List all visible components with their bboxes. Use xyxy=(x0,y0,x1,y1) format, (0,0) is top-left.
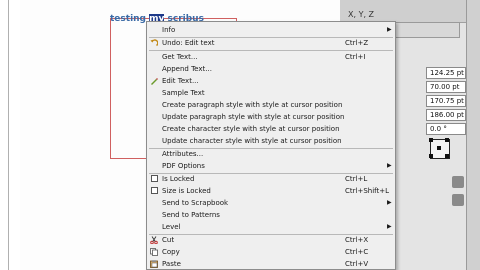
height-field[interactable]: 186.00 pt xyxy=(426,109,466,121)
menu-item-update-paragraph-style[interactable]: Update paragraph style with style at cur… xyxy=(147,111,395,123)
checkbox-icon[interactable] xyxy=(151,175,158,182)
x-position-field[interactable]: 124.25 pt xyxy=(426,67,466,79)
checkbox-icon[interactable] xyxy=(151,187,158,194)
menu-item-create-paragraph-style[interactable]: Create paragraph style with style at cur… xyxy=(147,99,395,111)
scissors-icon xyxy=(150,236,158,244)
panel-scrollbar[interactable] xyxy=(466,0,480,270)
anchor-point[interactable] xyxy=(445,138,449,142)
anchor-point[interactable] xyxy=(445,154,449,158)
menu-item-edit-text[interactable]: Edit Text... xyxy=(147,75,395,87)
anchor-point[interactable] xyxy=(437,146,441,150)
flip-button[interactable] xyxy=(452,194,464,206)
menu-item-cut[interactable]: Cut Ctrl+X xyxy=(147,234,395,246)
submenu-arrow-icon: ▶ xyxy=(387,26,392,33)
panel-title: X, Y, Z xyxy=(348,10,375,19)
menu-item-send-to-scrapbook[interactable]: Send to Scrapbook ▶ xyxy=(147,197,395,209)
paste-icon xyxy=(150,260,158,268)
menu-item-copy[interactable]: Copy Ctrl+C xyxy=(147,246,395,258)
basepoint-selector[interactable] xyxy=(429,138,450,159)
submenu-arrow-icon: ▶ xyxy=(387,162,392,169)
undo-icon xyxy=(150,39,158,47)
text-before: testing xyxy=(110,14,150,24)
menu-item-append-text[interactable]: Append Text... xyxy=(147,63,395,75)
guide-line xyxy=(8,0,9,270)
anchor-point[interactable] xyxy=(429,138,433,142)
menu-item-paste[interactable]: Paste Ctrl+V xyxy=(147,258,395,270)
anchor-point[interactable] xyxy=(429,154,433,158)
menu-item-pdf-options[interactable]: PDF Options ▶ xyxy=(147,160,395,172)
menu-item-size-locked[interactable]: Size is Locked Ctrl+Shift+L xyxy=(147,185,395,197)
copy-icon xyxy=(150,248,158,256)
vertical-ruler xyxy=(0,0,20,270)
menu-item-create-character-style[interactable]: Create character style with style at cur… xyxy=(147,123,395,135)
rotation-field[interactable]: 0.0 ° xyxy=(426,123,466,135)
edit-text-icon xyxy=(151,78,158,85)
submenu-arrow-icon: ▶ xyxy=(387,223,392,230)
menu-item-send-to-patterns[interactable]: Send to Patterns xyxy=(147,209,395,221)
width-field[interactable]: 170.75 pt xyxy=(426,95,466,107)
context-menu: Info ▶ Undo: Edit text Ctrl+Z Get Text..… xyxy=(146,21,396,270)
menu-item-info[interactable]: Info ▶ xyxy=(147,24,395,36)
menu-item-undo[interactable]: Undo: Edit text Ctrl+Z xyxy=(147,37,395,49)
menu-item-attributes[interactable]: Attributes... xyxy=(147,148,395,160)
menu-item-update-character-style[interactable]: Update character style with style at cur… xyxy=(147,135,395,147)
menu-item-sample-text[interactable]: Sample Text xyxy=(147,87,395,99)
y-position-field[interactable]: 70.00 pt xyxy=(426,81,466,93)
menu-item-level[interactable]: Level ▶ xyxy=(147,221,395,233)
menu-item-get-text[interactable]: Get Text... Ctrl+I xyxy=(147,51,395,63)
submenu-arrow-icon: ▶ xyxy=(387,199,392,206)
menu-item-is-locked[interactable]: Is Locked Ctrl+L xyxy=(147,173,395,185)
flip-button[interactable] xyxy=(452,176,464,188)
